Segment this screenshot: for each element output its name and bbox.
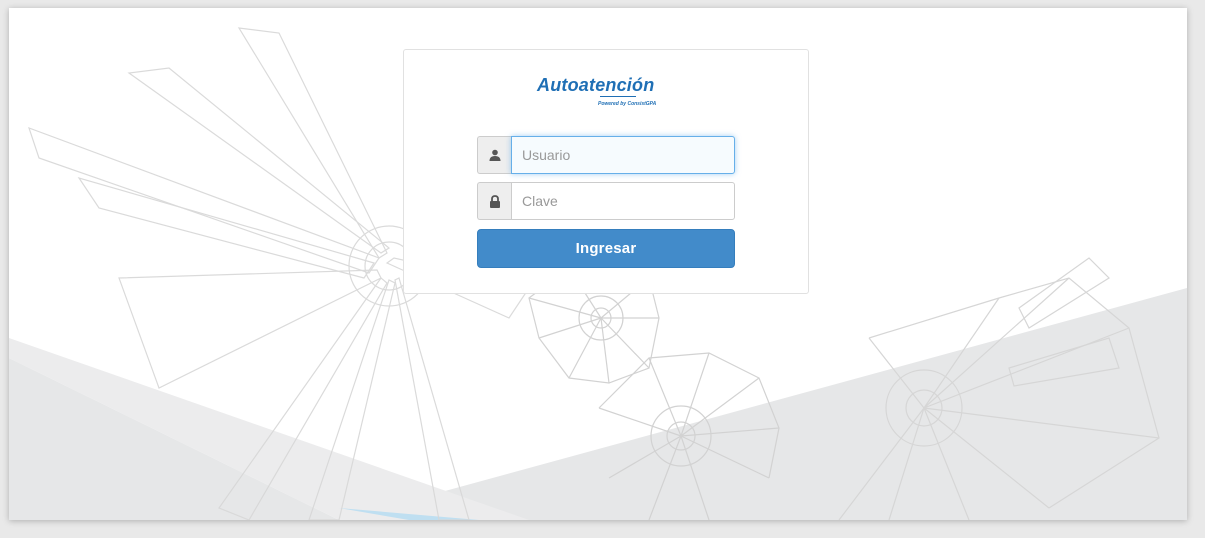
page-frame: Autoatención Powered by ConsistGPA Ingre… — [9, 8, 1187, 520]
brand-logo: Autoatención Powered by ConsistGPA — [532, 75, 682, 115]
password-input[interactable] — [511, 182, 735, 220]
lock-icon — [477, 182, 511, 220]
password-group — [477, 182, 735, 220]
user-icon — [477, 136, 511, 174]
brand-title: Autoatención — [537, 75, 655, 95]
username-group — [477, 136, 735, 174]
brand-powered-by: Powered by ConsistGPA — [598, 101, 657, 107]
username-input[interactable] — [511, 136, 735, 174]
brand-underline — [600, 96, 636, 97]
login-card: Autoatención Powered by ConsistGPA Ingre… — [403, 49, 809, 294]
login-submit-button[interactable]: Ingresar — [477, 229, 735, 268]
